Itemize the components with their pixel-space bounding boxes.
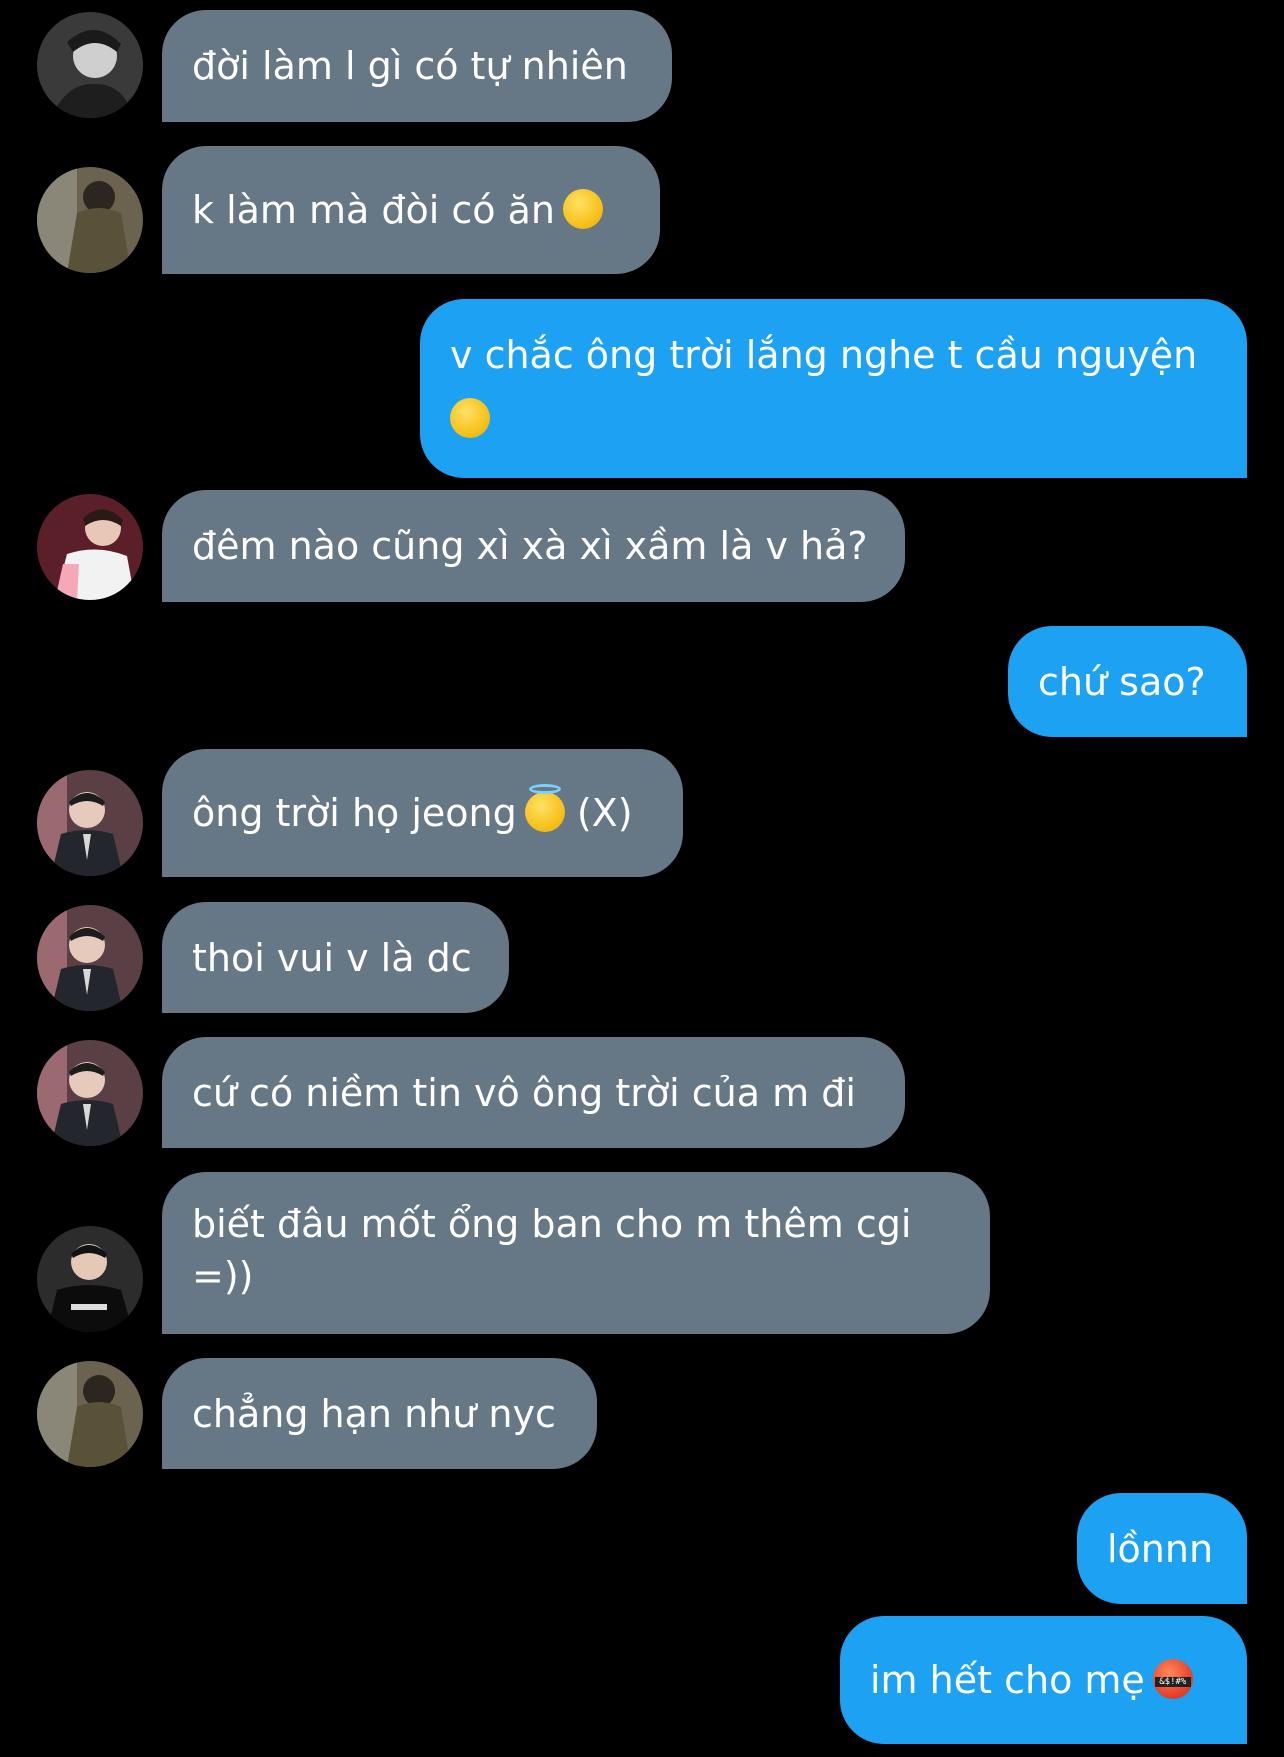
avatar-suit-glasses-icon xyxy=(37,1040,143,1146)
message-text-body: ông trời họ jeong xyxy=(192,791,517,835)
message-suffix: (X) xyxy=(576,791,633,835)
message-text: cứ có niềm tin vô ông trời của m đi xyxy=(192,1071,856,1115)
avatar[interactable] xyxy=(37,1361,143,1467)
message-bubble-sent[interactable]: im hết cho mẹ xyxy=(840,1616,1247,1744)
avatar[interactable] xyxy=(37,167,143,273)
halo-face-icon xyxy=(524,784,565,832)
message-bubble-sent[interactable]: chứ sao? xyxy=(1008,626,1247,737)
message-bubble-received[interactable]: chẳng hạn như nyc xyxy=(162,1358,597,1469)
message-bubble-received[interactable]: đêm nào cũng xì xà xì xầm là v hả? xyxy=(162,490,905,602)
message-text-body: v chắc ông trời lắng nghe t cầu nguyện xyxy=(450,333,1198,377)
message-text: lồnnn xyxy=(1107,1527,1214,1571)
message-text: im hết cho mẹ xyxy=(870,1654,1217,1706)
message-text-body: im hết cho mẹ xyxy=(870,1658,1145,1702)
message-text: chẳng hạn như nyc xyxy=(192,1392,556,1436)
message-text: thoi vui v là dc xyxy=(192,936,472,980)
message-text: v chắc ông trời lắng nghe t cầu nguyện xyxy=(450,323,1217,451)
message-text: biết đâu mốt ổng ban cho m thêm cgi =)) xyxy=(192,1202,912,1298)
message-bubble-sent[interactable]: v chắc ông trời lắng nghe t cầu nguyện xyxy=(420,299,1247,478)
avatar-suit-glasses-icon xyxy=(37,770,143,876)
avatar-suit-glasses-icon xyxy=(37,905,143,1011)
message-text: ông trời họ jeong (X) xyxy=(192,784,653,839)
avatar-pascal-shirt-icon xyxy=(37,1226,143,1332)
message-text: k làm mà đòi có ăn xyxy=(192,184,630,236)
message-bubble-received[interactable]: đời làm l gì có tự nhiên xyxy=(162,10,672,122)
message-text: chứ sao? xyxy=(1038,660,1206,704)
avatar[interactable] xyxy=(37,905,143,1011)
chat-thread: đời làm l gì có tự nhiên k làm mà đòi có… xyxy=(0,0,1284,1757)
message-bubble-sent[interactable]: lồnnn xyxy=(1077,1493,1247,1604)
avatar[interactable] xyxy=(37,1226,143,1332)
cursing-face-icon xyxy=(1152,1659,1193,1699)
avatar-pink-jacket-icon xyxy=(37,494,143,600)
avatar[interactable] xyxy=(37,12,143,118)
message-text: đời làm l gì có tự nhiên xyxy=(192,44,628,88)
message-bubble-received[interactable]: cứ có niềm tin vô ông trời của m đi xyxy=(162,1037,905,1148)
message-bubble-received[interactable]: biết đâu mốt ổng ban cho m thêm cgi =)) xyxy=(162,1172,990,1334)
message-bubble-received[interactable]: k làm mà đòi có ăn xyxy=(162,146,660,274)
avatar-bw-portrait-icon xyxy=(37,12,143,118)
message-text: đêm nào cũng xì xà xì xầm là v hả? xyxy=(192,524,868,568)
message-bubble-received[interactable]: thoi vui v là dc xyxy=(162,902,509,1013)
avatar[interactable] xyxy=(37,494,143,600)
smiling-face-icon xyxy=(450,398,490,438)
avatar-jacket-street-icon xyxy=(37,1361,143,1467)
avatar-jacket-street-icon xyxy=(37,167,143,273)
message-bubble-received[interactable]: ông trời họ jeong (X) xyxy=(162,749,683,877)
kissing-face-icon xyxy=(563,189,604,229)
avatar[interactable] xyxy=(37,1040,143,1146)
avatar[interactable] xyxy=(37,770,143,876)
message-text-body: k làm mà đòi có ăn xyxy=(192,188,556,232)
